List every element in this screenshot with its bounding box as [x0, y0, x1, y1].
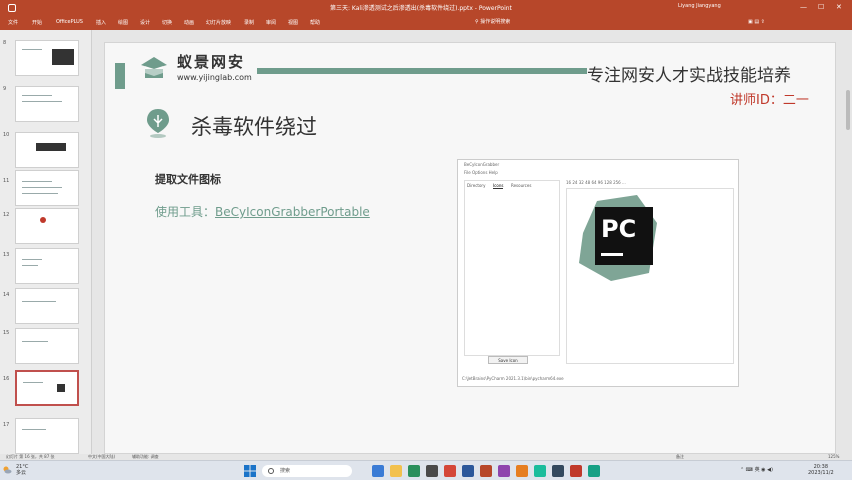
title-bar: 第三天: Kali渗透测试之后渗透出(杀毒软件绕过).pptx - PowerP… — [0, 0, 852, 16]
autosave-icon[interactable] — [8, 4, 16, 12]
location-pin-icon — [147, 109, 169, 138]
tab-record[interactable]: 录制 — [244, 19, 254, 26]
thumb-number: 14 — [3, 292, 10, 298]
tab-slideshow[interactable]: 幻灯片放映 — [206, 19, 231, 26]
terminal-icon[interactable] — [426, 465, 438, 477]
tab-draw[interactable]: 绘图 — [118, 19, 128, 26]
tab-design[interactable]: 设计 — [140, 19, 150, 26]
thumb-number: 11 — [3, 178, 10, 184]
slide-thumbnail-pane[interactable]: 8 9 10 11 12 13 14 15 16 17 — [0, 30, 92, 454]
word-icon[interactable] — [462, 465, 474, 477]
tab-officeplus[interactable]: OfficePLUS — [56, 19, 83, 25]
tab-animations[interactable]: 动画 — [184, 19, 194, 26]
slide-thumbnail[interactable] — [15, 288, 79, 324]
slogan: 专注网安人才实战技能培养 — [587, 66, 791, 86]
slide-thumbnail[interactable] — [15, 86, 79, 122]
thumb-number: 17 — [3, 422, 10, 428]
ribbon-search[interactable]: ⚲ 操作说明搜索 — [475, 18, 510, 25]
tab-insert[interactable]: 插入 — [96, 19, 106, 26]
weather-cloud-icon[interactable] — [2, 465, 12, 475]
close-icon[interactable]: ✕ — [836, 3, 842, 11]
slide-thumbnail[interactable] — [15, 418, 79, 454]
app-icon[interactable] — [588, 465, 600, 477]
app-icon[interactable] — [570, 465, 582, 477]
thumb-number: 9 — [3, 86, 7, 92]
scrollbar-thumb[interactable] — [846, 90, 850, 130]
tab-review[interactable]: 审阅 — [266, 19, 276, 26]
vertical-scrollbar[interactable] — [844, 30, 852, 454]
tab-file[interactable]: 文件 — [8, 19, 18, 26]
tab-view[interactable]: 视图 — [288, 19, 298, 26]
pycharm-letters: PC — [601, 215, 636, 243]
windows-start-icon[interactable] — [244, 465, 256, 477]
slide-thumbnail[interactable] — [15, 170, 79, 206]
thumb-number: 8 — [3, 40, 7, 46]
user-name[interactable]: Liyang Jiangyang — [678, 3, 721, 9]
tool-line: 使用工具：BeCyIconGrabberPortable — [155, 203, 370, 220]
slide-canvas[interactable]: 蚁景网安 www.yijinglab.com 专注网安人才实战技能培养 讲师ID… — [104, 42, 836, 454]
section-title: 杀毒软件绕过 — [191, 115, 317, 139]
share-icon[interactable]: ▣ ▤ ⇪ — [748, 19, 765, 25]
embedded-tab: Directory — [467, 183, 486, 188]
tab-help[interactable]: 帮助 — [310, 19, 320, 26]
accent-bar — [115, 63, 125, 89]
slide-thumbnail[interactable] — [15, 328, 79, 364]
thumb-number: 13 — [3, 252, 10, 258]
chrome-icon[interactable] — [444, 465, 456, 477]
pycharm-icon: PC — [579, 195, 657, 281]
embedded-size-row: 16 24 32 48 64 96 128 256 ... — [566, 180, 626, 185]
app-icon[interactable] — [552, 465, 564, 477]
thumb-number: 12 — [3, 212, 10, 218]
taskbar-search-placeholder: 搜索 — [280, 468, 291, 474]
embedded-icon-preview: PC — [566, 188, 734, 364]
minimize-icon[interactable]: — — [800, 3, 807, 11]
thumb-number: 15 — [3, 330, 10, 336]
slide-thumbnail[interactable] — [15, 40, 79, 76]
embedded-tab-active: Icons — [493, 183, 504, 189]
edge-icon[interactable] — [408, 465, 420, 477]
file-explorer-icon[interactable] — [390, 465, 402, 477]
embedded-left-pane: Directory Icons Resources — [464, 180, 560, 356]
embedded-status-path: C:\JetBrains\PyCharm 2021.3.1\bin\pychar… — [462, 376, 564, 381]
lecturer-id: 讲师ID：二一 — [730, 93, 809, 108]
header-divider — [257, 68, 587, 74]
tab-transitions[interactable]: 切换 — [162, 19, 172, 26]
slide-thumbnail[interactable] — [15, 132, 79, 168]
taskbar-search[interactable]: 搜索 — [262, 465, 352, 477]
task-view-icon[interactable] — [372, 465, 384, 477]
powerpoint-icon[interactable] — [480, 465, 492, 477]
window-title: 第三天: Kali渗透测试之后渗透出(杀毒软件绕过).pptx - PowerP… — [330, 5, 512, 12]
slide-subheading: 提取文件图标 — [155, 173, 221, 186]
thumb-number: 10 — [3, 132, 10, 138]
maximize-icon[interactable]: ☐ — [818, 3, 824, 11]
brand-name: 蚁景网安 — [177, 53, 246, 71]
app-icon[interactable] — [498, 465, 510, 477]
tab-home[interactable]: 开始 — [32, 19, 42, 26]
app-icon[interactable] — [534, 465, 546, 477]
taskbar-clock[interactable]: 20:38 2023/11/2 — [808, 464, 834, 476]
app-icon[interactable] — [516, 465, 528, 477]
embedded-app-screenshot: BeCyIconGrabber File Options Help Direct… — [457, 159, 739, 387]
embedded-tab: Resources — [511, 183, 532, 188]
tool-name-link[interactable]: BeCyIconGrabberPortable — [215, 205, 370, 219]
slide-thumbnail[interactable] — [15, 208, 79, 244]
tool-prefix: 使用工具： — [155, 205, 216, 219]
slide-thumbnail-active[interactable] — [15, 370, 79, 406]
ribbon-tabs: 文件 开始 OfficePLUS 插入 绘图 设计 切换 动画 幻灯片放映 录制… — [0, 16, 852, 30]
embedded-app-menu: File Options Help — [464, 170, 498, 175]
weather-desc: 多云 — [16, 470, 27, 476]
slide-thumbnail[interactable] — [15, 248, 79, 284]
brand-url: www.yijinglab.com — [177, 73, 252, 82]
ribbon-search-label: 操作说明搜索 — [480, 19, 511, 25]
zoom-level[interactable]: 125% — [828, 454, 839, 459]
embedded-save-button: Save Icon — [488, 356, 528, 364]
logo-icon — [141, 57, 167, 78]
thumb-number: 16 — [3, 376, 10, 382]
search-icon — [268, 468, 274, 474]
taskbar: 21°C 多云 搜索 ⌃ ⌨ 英 ◉ ◀) 20:38 2023/11/2 — [0, 460, 852, 480]
clock-date: 2023/11/2 — [808, 470, 834, 476]
system-tray-icons[interactable]: ⌃ ⌨ 英 ◉ ◀) — [740, 466, 773, 473]
weather-widget[interactable]: 21°C 多云 — [16, 464, 28, 476]
embedded-app-title: BeCyIconGrabber — [464, 162, 500, 167]
